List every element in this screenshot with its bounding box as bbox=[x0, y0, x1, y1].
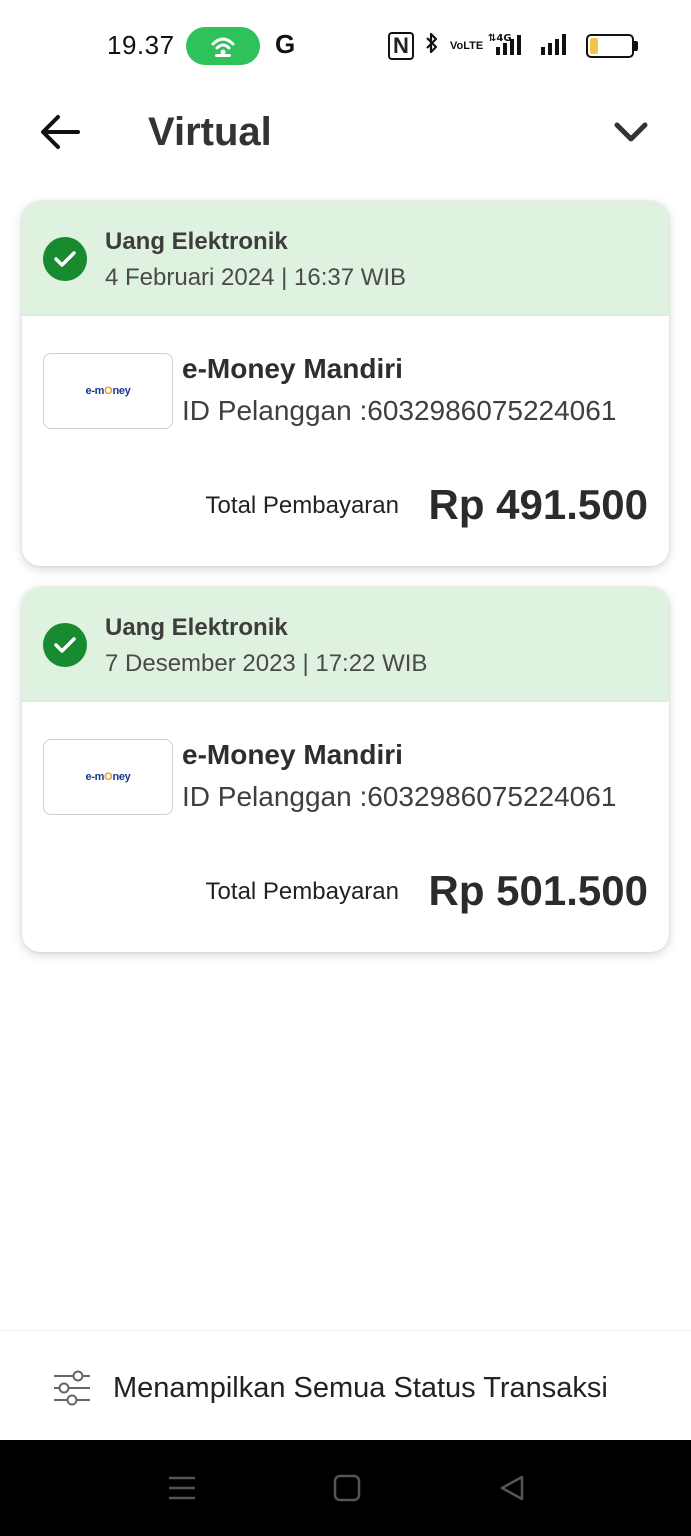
check-circle-icon bbox=[43, 623, 87, 667]
chevron-down-icon bbox=[614, 122, 648, 142]
card-header: Uang Elektronik 4 Februari 2024 | 16:37 … bbox=[22, 201, 669, 316]
product-name: e-Money Mandiri bbox=[182, 739, 403, 770]
battery-icon bbox=[586, 34, 638, 58]
product-name: e-Money Mandiri bbox=[182, 353, 403, 384]
transaction-datetime: 7 Desember 2023 | 17:22 WIB bbox=[105, 650, 428, 677]
status-icons: N VoLTE ⇅4G bbox=[388, 31, 638, 62]
app-header: Virtual bbox=[0, 92, 691, 176]
volte-icon: VoLTE bbox=[450, 39, 484, 52]
filter-label: Menampilkan Semua Status Transaksi bbox=[113, 1372, 608, 1404]
transaction-card[interactable]: Uang Elektronik 4 Februari 2024 | 16:37 … bbox=[22, 201, 669, 566]
status-time: 19.37 bbox=[107, 30, 175, 60]
home-square-icon[interactable] bbox=[327, 1468, 367, 1508]
total-amount: Rp 501.500 bbox=[428, 867, 648, 914]
card-header: Uang Elektronik 7 Desember 2023 | 17:22 … bbox=[22, 587, 669, 702]
emoney-logo-text: e-mOney bbox=[85, 385, 131, 397]
transaction-datetime: 4 Februari 2024 | 16:37 WIB bbox=[105, 264, 407, 291]
bluetooth-icon bbox=[424, 31, 440, 61]
signal-4g-icon: ⇅4G bbox=[488, 31, 530, 62]
total-amount: Rp 491.500 bbox=[428, 481, 648, 528]
back-triangle-icon[interactable] bbox=[492, 1468, 532, 1508]
emoney-logo: e-mOney bbox=[43, 739, 173, 815]
google-icon: G bbox=[275, 29, 296, 59]
status-filter-button[interactable]: Menampilkan Semua Status Transaksi bbox=[0, 1330, 691, 1441]
check-circle-icon bbox=[43, 237, 87, 281]
menu-icon[interactable] bbox=[162, 1468, 202, 1508]
emoney-logo: e-mOney bbox=[43, 353, 173, 429]
transaction-card[interactable]: Uang Elektronik 7 Desember 2023 | 17:22 … bbox=[22, 587, 669, 952]
back-button[interactable] bbox=[36, 110, 84, 154]
nfc-icon: N bbox=[388, 32, 414, 60]
status-bar: 19.37 G N VoLTE ⇅4G bbox=[0, 0, 691, 92]
arrow-left-icon bbox=[41, 115, 80, 149]
customer-id: ID Pelanggan :6032986075224061 bbox=[182, 395, 617, 426]
category-dropdown-button[interactable] bbox=[606, 112, 656, 152]
system-nav-bar bbox=[0, 1440, 691, 1536]
emoney-logo-text: e-mOney bbox=[85, 771, 131, 783]
signal-icon bbox=[540, 32, 572, 61]
svg-text:⇅4G: ⇅4G bbox=[488, 33, 512, 44]
transaction-category: Uang Elektronik bbox=[105, 228, 288, 255]
customer-id: ID Pelanggan :6032986075224061 bbox=[182, 781, 617, 812]
total-label: Total Pembayaran bbox=[205, 492, 399, 519]
page-title: Virtual bbox=[148, 110, 272, 154]
hotspot-icon bbox=[186, 27, 260, 65]
total-label: Total Pembayaran bbox=[205, 878, 399, 905]
sliders-icon bbox=[54, 1370, 90, 1406]
transaction-category: Uang Elektronik bbox=[105, 614, 288, 641]
